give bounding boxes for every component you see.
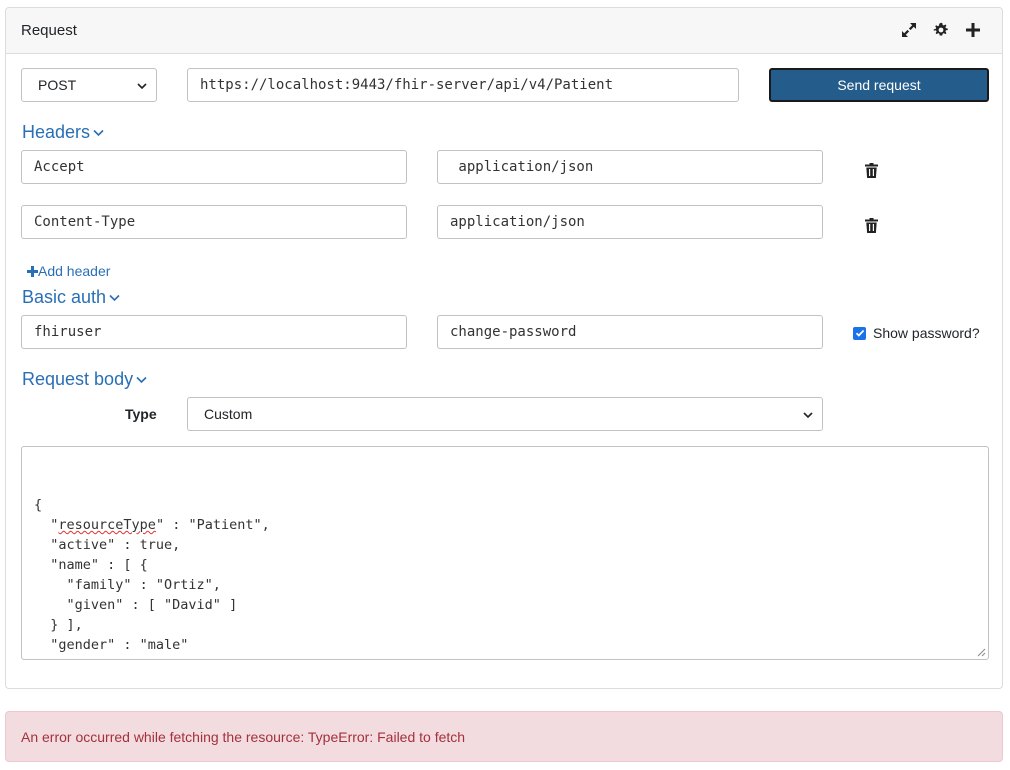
request-body-title: Request body (22, 369, 134, 389)
send-request-button[interactable]: Send request (769, 68, 989, 102)
show-password-option: Show password? (853, 325, 980, 341)
password-input[interactable]: change-password (437, 315, 823, 349)
delete-header-button[interactable] (864, 217, 878, 233)
basic-auth-title: Basic auth (22, 287, 107, 307)
chevron-down-icon (93, 129, 104, 136)
headers-toggle[interactable]: Headers (22, 122, 104, 143)
header-value-input[interactable]: application/json (437, 205, 823, 239)
body-type-select[interactable]: Custom (187, 397, 823, 431)
body-line: { (34, 495, 976, 515)
request-body-textarea[interactable]: { "resourceType" : "Patient", "active" :… (21, 446, 989, 660)
header-name-input[interactable]: Content-Type (21, 205, 407, 239)
body-line: } ], (34, 615, 976, 635)
body-line: "name" : [ { (34, 555, 976, 575)
request-body-content: { "resourceType" : "Patient", "active" :… (34, 495, 976, 659)
url-input[interactable]: https://localhost:9443/fhir-server/api/v… (187, 68, 739, 102)
body-type-select-value: Custom (204, 406, 253, 422)
resize-handle-icon[interactable] (977, 648, 986, 657)
chevron-down-icon (803, 412, 813, 419)
chevron-down-icon (109, 294, 120, 301)
panel-header: Request (6, 8, 1002, 54)
error-message: An error occurred while fetching the res… (21, 728, 466, 745)
body-line: } (34, 655, 976, 659)
add-header-label: Add header (38, 263, 111, 279)
basic-auth-toggle[interactable]: Basic auth (22, 287, 120, 308)
request-body-toggle[interactable]: Request body (22, 369, 147, 390)
body-line-text: } ], (34, 617, 83, 633)
show-password-label: Show password? (873, 325, 980, 341)
body-line: "resourceType" : "Patient", (34, 515, 976, 535)
body-line: "given" : [ "David" ] (34, 595, 976, 615)
add-header-link[interactable]: Add header (27, 263, 110, 279)
panel-title: Request (21, 22, 77, 39)
error-alert: An error occurred while fetching the res… (5, 711, 1003, 762)
header-value-input[interactable]: application/json (437, 150, 823, 184)
trash-icon (864, 162, 878, 178)
body-line: "gender" : "male" (34, 635, 976, 655)
body-line-text: "given" : [ "David" ] (34, 597, 238, 613)
body-line-text: { (34, 497, 43, 513)
delete-header-button[interactable] (864, 162, 878, 178)
plus-icon (27, 265, 38, 277)
headers-title: Headers (22, 122, 91, 142)
expand-icon[interactable] (899, 20, 919, 40)
plus-icon[interactable] (963, 20, 983, 40)
gear-icon[interactable] (931, 20, 951, 40)
body-line-text: " : "Patient", (155, 517, 270, 533)
username-input[interactable]: fhiruser (21, 315, 407, 349)
body-line: "active" : true, (34, 535, 976, 555)
trash-icon (864, 217, 878, 233)
body-line-text: "gender" : "male" (34, 637, 189, 653)
misspelled-word: resourceType (58, 517, 156, 533)
show-password-checkbox[interactable] (853, 326, 866, 340)
body-type-label: Type (125, 406, 157, 422)
body-line-text: " (34, 517, 59, 533)
method-select[interactable]: POST (21, 68, 157, 102)
body-line-text: "active" : true, (34, 537, 181, 553)
body-line-text: } (34, 657, 42, 659)
body-line-text: "name" : [ { (34, 557, 148, 573)
chevron-down-icon (137, 83, 147, 90)
method-select-value: POST (38, 77, 77, 93)
body-line-text: "family" : "Ortiz", (34, 577, 221, 593)
checkmark-icon (855, 329, 864, 337)
chevron-down-icon (136, 376, 147, 383)
body-line: "family" : "Ortiz", (34, 575, 976, 595)
header-name-input[interactable]: Accept (21, 150, 407, 184)
